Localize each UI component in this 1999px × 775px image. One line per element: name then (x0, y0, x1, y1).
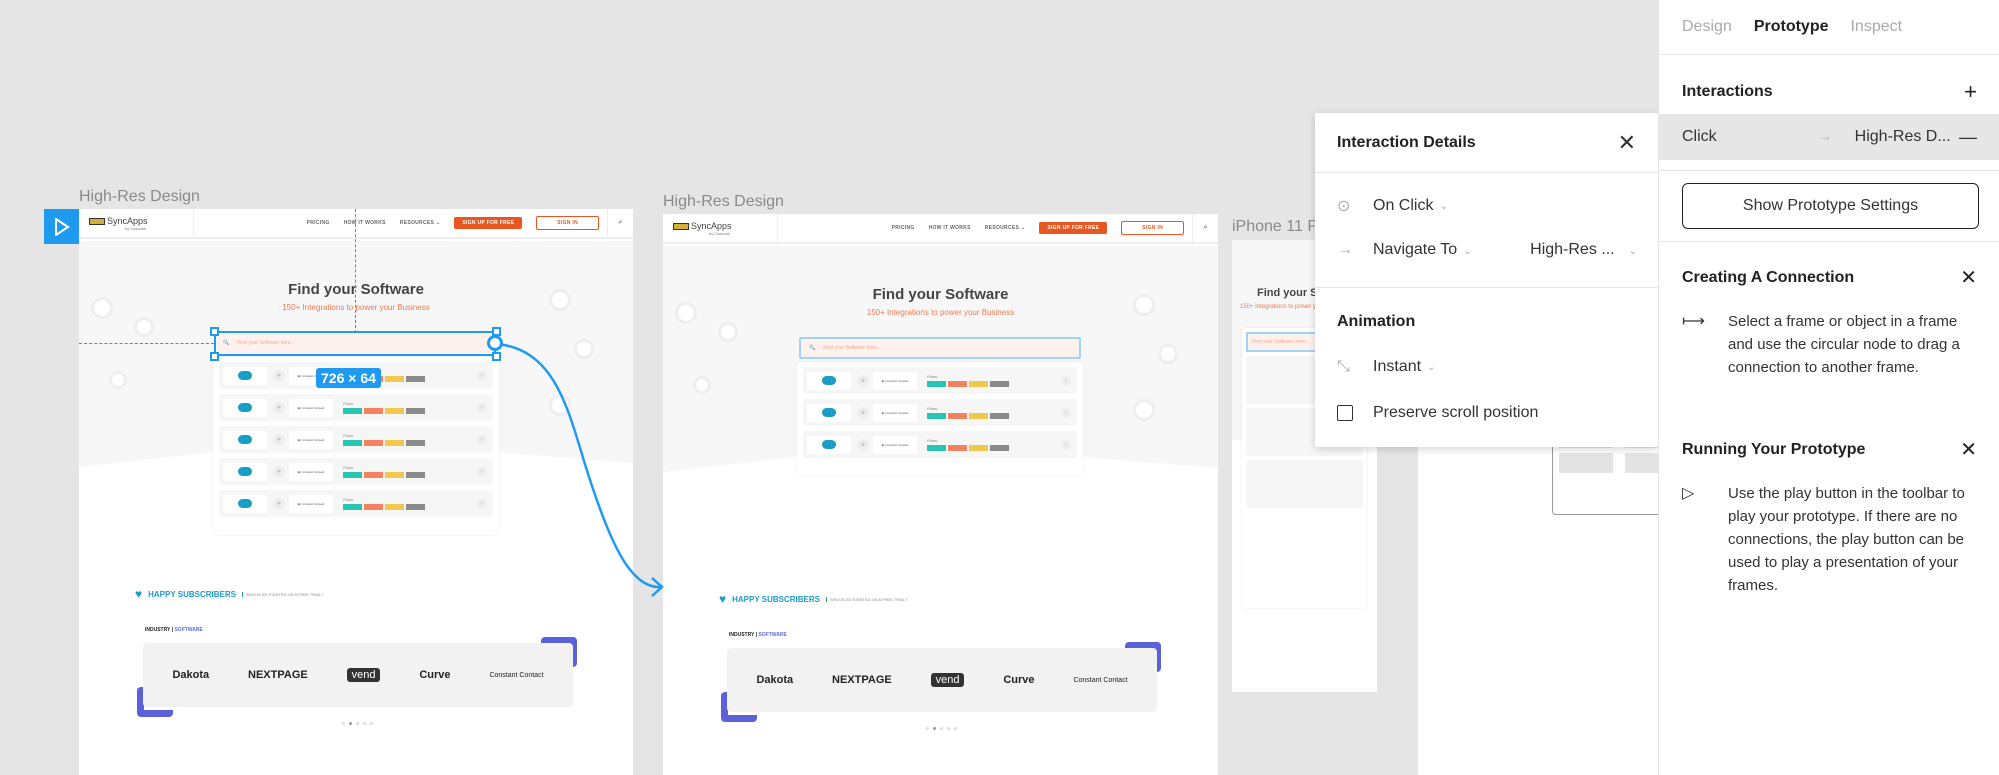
trigger-value: On Click (1373, 197, 1434, 214)
destination-value: High-Res ... (1530, 241, 1615, 258)
help-text: Select a frame or object in a frame and … (1728, 313, 1960, 376)
arrow-right-icon: → (1816, 128, 1833, 145)
show-prototype-settings-button[interactable]: Show Prototype Settings (1682, 183, 1979, 229)
interaction-trigger: Click (1682, 128, 1717, 145)
interactions-heading: Interactions (1682, 83, 1773, 100)
play-icon: ▷ (1682, 485, 1695, 502)
checkbox[interactable] (1337, 405, 1353, 421)
interaction-row[interactable]: Click → High-Res D... — (1659, 114, 1999, 160)
preserve-scroll-toggle[interactable]: Preserve scroll position (1337, 404, 1538, 422)
preserve-scroll-label: Preserve scroll position (1373, 404, 1539, 421)
trigger-select[interactable]: ⊙ On Click ⌄ (1337, 196, 1448, 216)
destination-select[interactable]: High-Res ... ⌄ (1530, 241, 1637, 259)
divider (1315, 287, 1658, 288)
action-value: Navigate To (1373, 241, 1458, 258)
interaction-details-popup: Interaction Details ✕ ⊙ On Click ⌄ → Nav… (1315, 113, 1658, 447)
popup-title: Interaction Details (1337, 133, 1476, 151)
close-icon[interactable]: ✕ (1960, 265, 1977, 290)
divider (1659, 170, 1999, 171)
connection-icon: ⟼ (1682, 313, 1705, 330)
interaction-target: High-Res D... (1854, 128, 1951, 145)
chevron-down-icon: ⌄ (1427, 361, 1436, 373)
animation-value: Instant (1373, 358, 1422, 375)
remove-interaction-button[interactable]: — (1959, 127, 1977, 148)
add-interaction-button[interactable]: + (1964, 79, 1977, 105)
divider (1659, 241, 1999, 242)
tab-inspect[interactable]: Inspect (1850, 18, 1902, 36)
instant-icon: ⤡ (1337, 358, 1350, 375)
properties-panel: Design Prototype Inspect Interactions + … (1658, 0, 1999, 775)
close-icon[interactable]: ✕ (1960, 437, 1977, 462)
help-heading: Creating A Connection (1682, 268, 1855, 286)
target-icon: ⊙ (1337, 198, 1351, 215)
connection-node[interactable] (487, 335, 503, 351)
help-heading: Running Your Prototype (1682, 440, 1866, 458)
action-row: → Navigate To ⌄ High-Res ... ⌄ (1337, 241, 1637, 259)
tab-design[interactable]: Design (1682, 18, 1732, 36)
close-icon[interactable]: ✕ (1618, 131, 1636, 154)
chevron-down-icon: ⌄ (1439, 200, 1448, 212)
animation-select[interactable]: ⤡ Instant ⌄ (1337, 358, 1435, 376)
arrow-right-icon: → (1337, 241, 1353, 258)
chevron-down-icon: ⌄ (1628, 246, 1637, 257)
tab-prototype[interactable]: Prototype (1754, 18, 1829, 36)
action-select[interactable]: Navigate To ⌄ (1373, 241, 1472, 259)
animation-heading: Animation (1337, 313, 1416, 330)
chevron-down-icon: ⌄ (1463, 246, 1472, 257)
help-text: Use the play button in the toolbar to pl… (1728, 485, 1965, 594)
